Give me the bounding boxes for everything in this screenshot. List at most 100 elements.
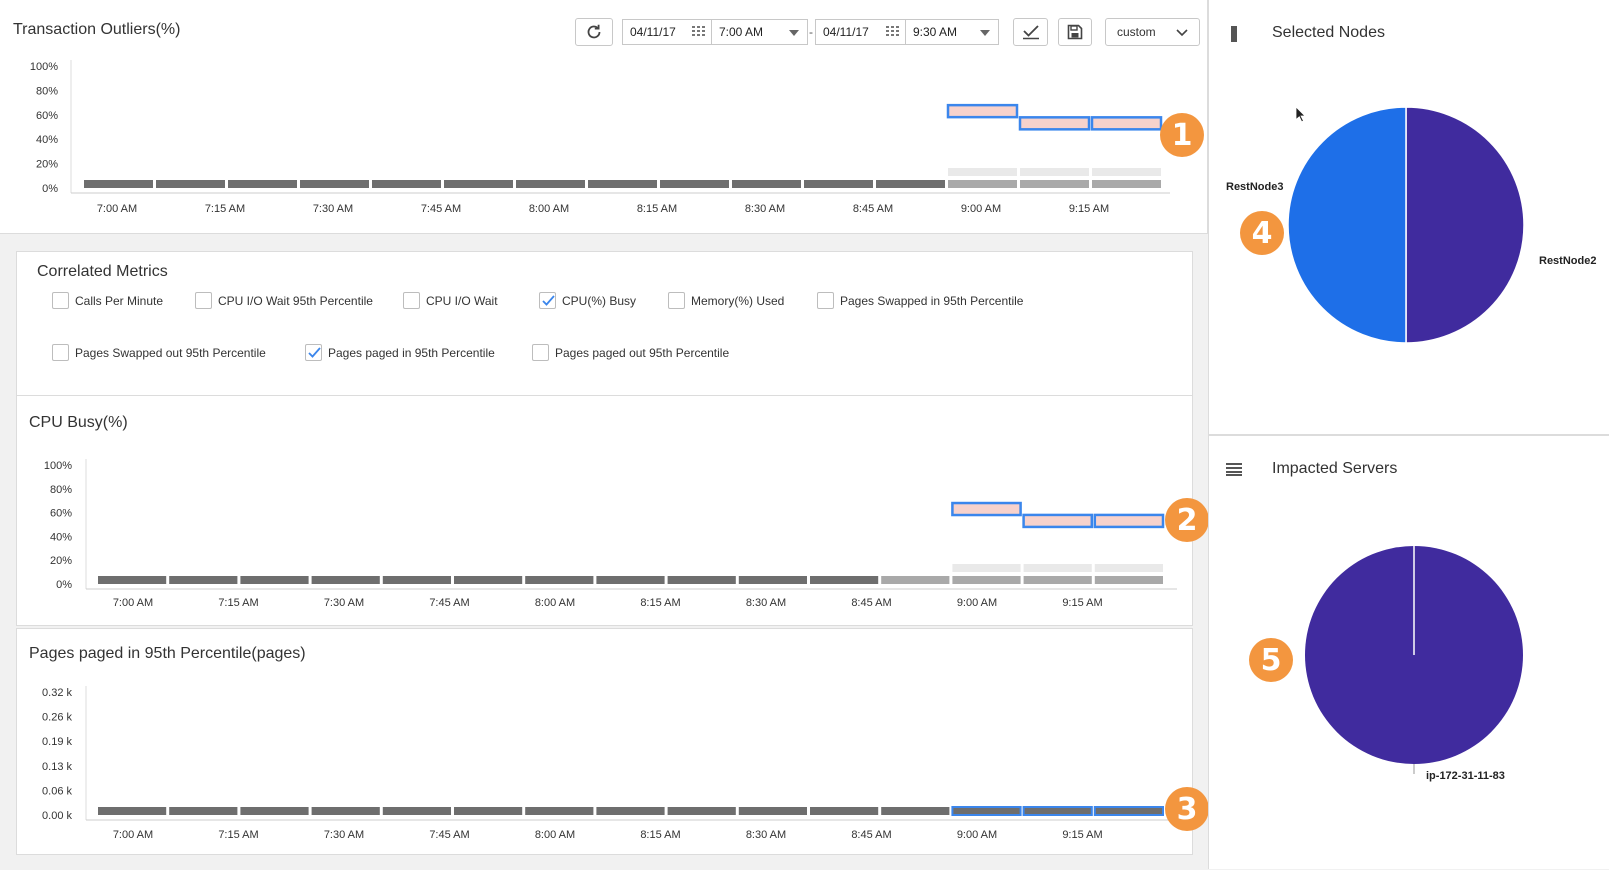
- metric-checkbox-4[interactable]: Memory(%) Used: [668, 292, 784, 309]
- data-bar: [525, 576, 594, 584]
- y-tick-label: 0.06 k: [42, 785, 72, 797]
- x-tick-label: 8:15 AM: [640, 597, 680, 609]
- x-tick-label: 9:00 AM: [961, 203, 1001, 215]
- checkbox-box[interactable]: [195, 292, 212, 309]
- data-bar: [876, 180, 945, 188]
- data-bar: [169, 576, 238, 584]
- metric-checkbox-label: Pages Swapped in 95th Percentile: [840, 293, 1024, 308]
- checkbox-box[interactable]: [817, 292, 834, 309]
- metric-checkbox-label: Pages paged out 95th Percentile: [555, 345, 730, 360]
- x-tick-label: 7:15 AM: [218, 829, 258, 841]
- data-bar: [98, 807, 167, 815]
- data-bar: [372, 180, 441, 188]
- pie-slice[interactable]: [1405, 106, 1525, 344]
- x-tick-label: 7:00 AM: [113, 597, 153, 609]
- ghost-bar: [952, 564, 1021, 572]
- impacted-servers-panel: Impacted Servers ip-172-31-11-83 5: [1208, 435, 1609, 869]
- callout-badge-4: 4: [1240, 211, 1284, 255]
- y-tick-label: 0.13 k: [42, 761, 72, 773]
- data-bar: [738, 807, 807, 815]
- checkbox-box[interactable]: [305, 344, 322, 361]
- outlier-band: [1090, 116, 1163, 131]
- x-tick-label: 9:15 AM: [1062, 597, 1102, 609]
- metric-checkbox-2[interactable]: CPU I/O Wait: [403, 292, 498, 309]
- pie-label-restnode2: RestNode2: [1539, 255, 1597, 267]
- data-bar: [525, 807, 594, 815]
- data-bar: [1022, 806, 1093, 816]
- pie-label-restnode3: RestNode3: [1226, 181, 1284, 193]
- x-tick-label: 7:45 AM: [429, 829, 469, 841]
- checkbox-box[interactable]: [668, 292, 685, 309]
- metric-checkbox-3[interactable]: CPU(%) Busy: [539, 292, 636, 309]
- transaction-outliers-panel: Transaction Outliers(%) 04/11/17 7:00 AM…: [0, 0, 1208, 234]
- outlier-band: [951, 501, 1022, 517]
- x-tick-label: 9:00 AM: [957, 597, 997, 609]
- outlier-band: [946, 103, 1019, 119]
- data-bar: [596, 576, 665, 584]
- pages-paged-panel: Pages paged in 95th Percentile(pages) 0.…: [16, 628, 1209, 855]
- data-bar: [98, 576, 167, 584]
- x-tick-label: 8:15 AM: [640, 829, 680, 841]
- metric-checkbox-label: Calls Per Minute: [75, 293, 164, 308]
- x-tick-label: 8:45 AM: [851, 597, 891, 609]
- pie-slice[interactable]: [1287, 106, 1407, 344]
- ghost-bar: [1092, 168, 1161, 176]
- checkbox-box[interactable]: [52, 344, 69, 361]
- data-bar: [881, 807, 950, 815]
- x-tick-label: 7:30 AM: [324, 597, 364, 609]
- data-bar: [596, 807, 665, 815]
- metric-checkbox-8[interactable]: Pages paged out 95th Percentile: [532, 344, 729, 361]
- y-tick-label: 80%: [36, 85, 58, 97]
- outlier-band: [1018, 116, 1091, 131]
- ghost-bar: [1023, 564, 1092, 572]
- data-bar: [810, 807, 879, 815]
- data-bar: [444, 180, 513, 188]
- y-tick-label: 100%: [30, 61, 58, 73]
- callout-badge-1: 1: [1160, 113, 1204, 157]
- y-tick-label: 0%: [42, 183, 58, 195]
- metric-checkbox-6[interactable]: Pages Swapped out 95th Percentile: [52, 344, 266, 361]
- data-bar: [84, 180, 153, 188]
- y-tick-label: 20%: [50, 555, 72, 567]
- data-bar: [667, 576, 736, 584]
- data-bar: [667, 807, 736, 815]
- y-tick-label: 20%: [36, 159, 58, 171]
- data-bar: [1094, 576, 1163, 584]
- data-bar: [952, 576, 1021, 584]
- callout-badge-3: 3: [1165, 787, 1209, 831]
- data-bar: [732, 180, 801, 188]
- data-bar: [311, 807, 380, 815]
- x-tick-label: 7:00 AM: [113, 829, 153, 841]
- checkbox-box[interactable]: [52, 292, 69, 309]
- data-bar: [516, 180, 585, 188]
- data-bar: [169, 807, 238, 815]
- checkbox-box[interactable]: [532, 344, 549, 361]
- y-tick-label: 0.26 k: [42, 712, 72, 724]
- metric-checkbox-5[interactable]: Pages Swapped in 95th Percentile: [817, 292, 1023, 309]
- metric-checkbox-label: Pages Swapped out 95th Percentile: [75, 345, 266, 360]
- callout-badge-2: 2: [1165, 498, 1209, 542]
- outlier-band: [1093, 513, 1165, 529]
- metric-checkbox-1[interactable]: CPU I/O Wait 95th Percentile: [195, 292, 373, 309]
- data-bar: [804, 180, 873, 188]
- transaction-outliers-chart: 100% 80% 60% 40% 20% 0% 7:00 AM 7:15 AM 7:30 AM 7…: [30, 60, 1170, 215]
- x-tick-label: 8:15 AM: [637, 203, 677, 215]
- metric-checkbox-0[interactable]: Calls Per Minute: [52, 292, 163, 309]
- data-bar: [240, 576, 309, 584]
- y-tick-label: 0%: [56, 579, 72, 591]
- data-bar: [300, 180, 369, 188]
- checkmark-icon: [542, 295, 555, 306]
- metric-checkbox-7[interactable]: Pages paged in 95th Percentile: [305, 344, 495, 361]
- data-bar: [311, 576, 380, 584]
- data-bar: [588, 180, 657, 188]
- y-tick-label: 60%: [50, 508, 72, 520]
- checkmark-icon: [308, 347, 321, 358]
- data-bar: [240, 807, 309, 815]
- x-tick-label: 7:15 AM: [205, 203, 245, 215]
- checkbox-box[interactable]: [539, 292, 556, 309]
- cpu-busy-panel: CPU Busy(%) 100% 80% 60% 40% 20% 0% 7:00 AM 7:1…: [16, 396, 1209, 626]
- pie-label-ip-172-31-11-83: ip-172-31-11-83: [1426, 770, 1505, 782]
- x-tick-label: 8:45 AM: [851, 829, 891, 841]
- checkbox-box[interactable]: [403, 292, 420, 309]
- data-bar: [660, 180, 729, 188]
